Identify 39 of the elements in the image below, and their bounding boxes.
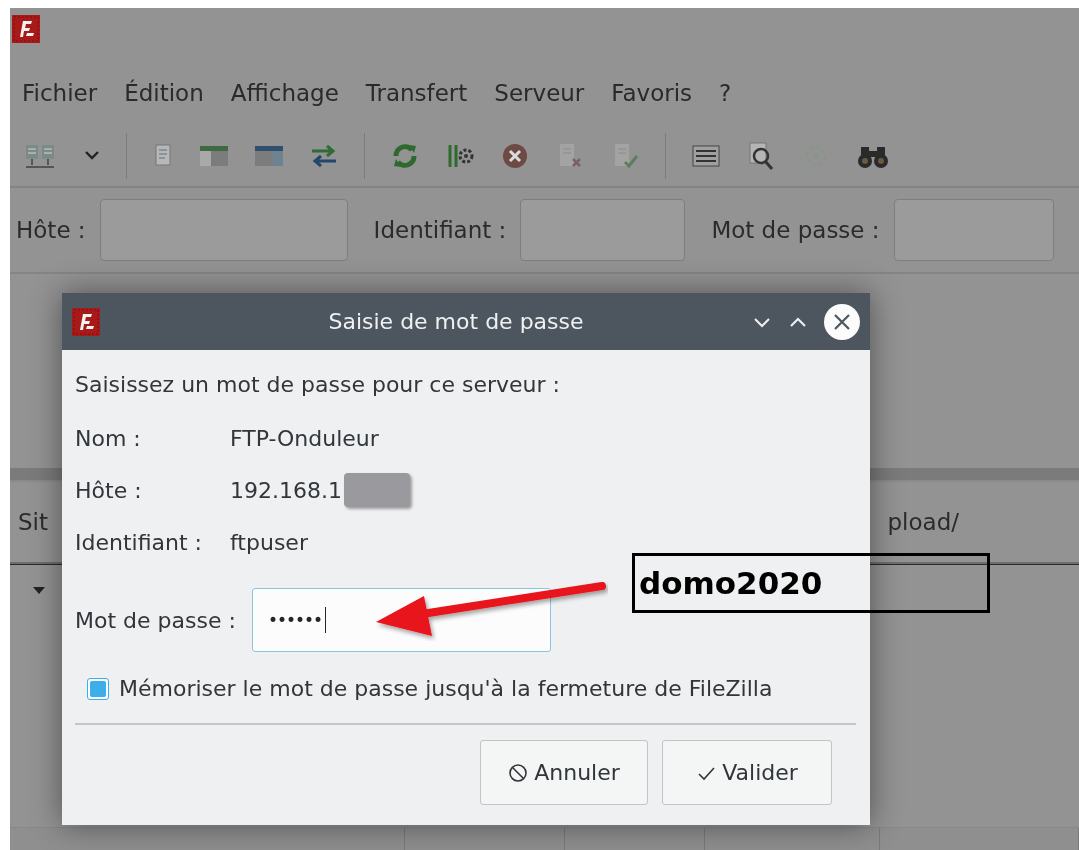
input-field[interactable] xyxy=(893,199,1054,261)
field-label: Hôte : xyxy=(75,477,143,503)
field-label: Identifiant : xyxy=(75,529,203,555)
app-logo-icon xyxy=(72,307,100,336)
window-title: Saisie de mot de passe xyxy=(327,309,585,334)
field-label: Nom : xyxy=(75,425,142,451)
field-label: Mot de passe : xyxy=(711,217,880,243)
menu-item[interactable]: ? xyxy=(719,80,732,122)
menu-item[interactable]: Transfert xyxy=(365,80,468,122)
ok-button[interactable]: Valider xyxy=(662,740,832,805)
search-icon[interactable] xyxy=(746,141,776,171)
field-label: Identifiant : xyxy=(373,217,507,243)
checkbox[interactable] xyxy=(87,677,109,700)
column-header[interactable] xyxy=(565,828,705,850)
cancel-button[interactable]: Annuler xyxy=(480,740,648,805)
menu-item[interactable]: Serveur xyxy=(494,80,585,122)
cancel-icon[interactable] xyxy=(500,141,530,171)
input-field[interactable] xyxy=(99,199,348,261)
column-header[interactable] xyxy=(405,828,565,850)
menu-item[interactable]: Affichage xyxy=(230,80,339,122)
checkbox-label: Mémoriser le mot de passe jusqu'à la fermeture de FileZilla xyxy=(119,676,773,701)
field-value: ftpuser xyxy=(230,529,308,555)
menu-item[interactable]: Fichier xyxy=(22,80,98,122)
menu-item[interactable]: Édition xyxy=(124,80,204,122)
annotation-note: domo2020 xyxy=(632,553,990,613)
app-logo-icon xyxy=(12,15,40,43)
field-value: 192.168.1 xyxy=(230,477,342,503)
menu-item[interactable]: Favoris xyxy=(611,80,693,122)
field-label: Mot de passe : xyxy=(75,607,236,633)
field-value: FTP-Onduleur xyxy=(230,425,379,451)
column-header[interactable] xyxy=(10,828,405,850)
close-icon[interactable] xyxy=(824,303,860,340)
column-header[interactable]: pload/ xyxy=(887,509,959,535)
field-label: Hôte : xyxy=(16,217,86,243)
input-field[interactable] xyxy=(520,199,686,261)
column-header[interactable]: Sit xyxy=(10,509,48,535)
column-header[interactable] xyxy=(705,828,880,850)
cancel-icon xyxy=(508,762,529,783)
prompt-text: Saisissez un mot de passe pour ce serveur : xyxy=(75,372,561,399)
